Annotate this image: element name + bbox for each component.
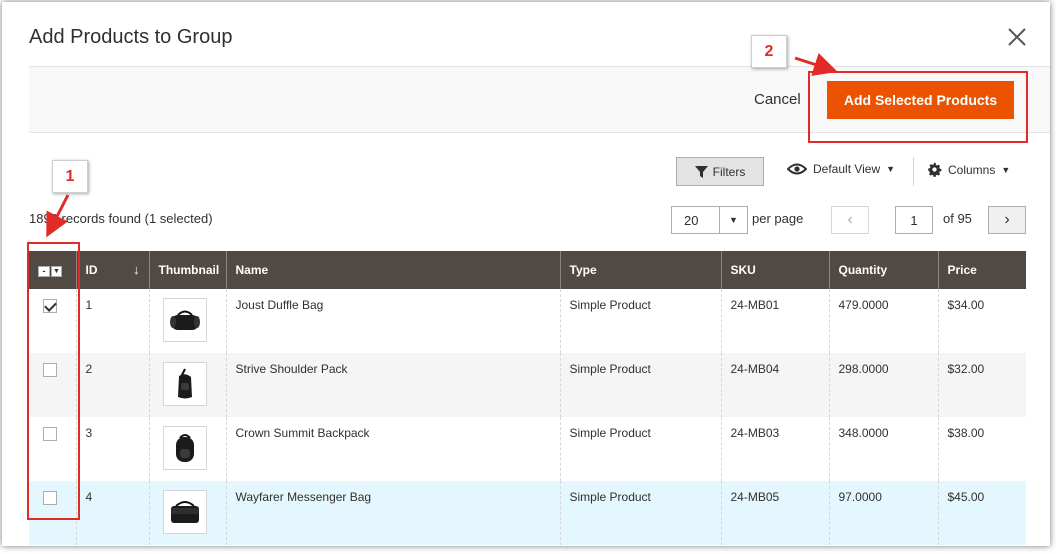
- product-thumbnail[interactable]: [162, 362, 207, 406]
- filter-icon: [694, 165, 708, 178]
- cell-type: Simple Product: [559, 289, 721, 353]
- filters-button[interactable]: Filters: [676, 157, 764, 186]
- cell-id: 4: [75, 481, 149, 545]
- cell-id: 2: [75, 353, 149, 417]
- sort-arrow-icon: ↓: [133, 262, 140, 277]
- cell-quantity: 97.0000: [828, 481, 938, 545]
- cell-sku: 24-MB05: [720, 481, 829, 545]
- column-header-id[interactable]: ID ↓: [75, 251, 149, 289]
- cell-sku: 24-MB01: [720, 289, 829, 353]
- caret-down-icon: ▼: [1001, 164, 1011, 175]
- cell-price: $45.00: [937, 481, 1026, 545]
- products-grid: - ▼ ID ↓ Thumbnail Name Type SKU Quantit…: [29, 251, 1026, 545]
- annotation-box-checkboxes: [27, 242, 80, 520]
- close-icon: [1008, 28, 1026, 46]
- add-products-modal: Add Products to Group Cancel Add Selecte…: [2, 2, 1050, 546]
- per-page-label: per page: [752, 211, 804, 226]
- table-row[interactable]: 2 Strive Shoulder Pack Simple Product 24…: [29, 353, 1026, 417]
- per-page-value: 20: [684, 213, 699, 228]
- column-header-quantity[interactable]: Quantity: [828, 251, 938, 289]
- cell-type: Simple Product: [559, 481, 721, 545]
- backpack-image: [175, 434, 194, 462]
- messenger-bag-image: [170, 501, 199, 523]
- annotation-box-add-button: [808, 71, 1028, 143]
- records-count: 1899 records found (1 selected): [29, 211, 213, 226]
- cell-name: Crown Summit Backpack: [225, 417, 560, 481]
- column-header-sku[interactable]: SKU: [720, 251, 829, 289]
- cell-price: $38.00: [937, 417, 1026, 481]
- column-label: ID: [85, 263, 98, 277]
- cell-quantity: 479.0000: [828, 289, 938, 353]
- product-thumbnail[interactable]: [162, 426, 207, 470]
- close-button[interactable]: [1004, 24, 1030, 50]
- column-header-type[interactable]: Type: [559, 251, 721, 289]
- cell-id: 1: [75, 289, 149, 353]
- column-header-name[interactable]: Name: [225, 251, 560, 289]
- cell-quantity: 298.0000: [828, 353, 938, 417]
- eye-icon: [787, 163, 807, 175]
- cell-name: Wayfarer Messenger Bag: [225, 481, 560, 545]
- previous-page-button[interactable]: ‹: [831, 206, 869, 234]
- shoulder-pack-image: [177, 368, 192, 399]
- table-row[interactable]: 4 Wayfarer Messenger Bag Simple Product …: [29, 481, 1026, 545]
- cancel-button[interactable]: Cancel: [754, 91, 801, 108]
- callout-1: 1: [52, 160, 88, 193]
- chevron-left-icon: ‹: [847, 211, 853, 228]
- cell-price: $32.00: [937, 353, 1026, 417]
- total-pages: of 95: [943, 211, 972, 226]
- modal-title: Add Products to Group: [29, 26, 233, 48]
- columns-label: Columns: [948, 162, 996, 177]
- cell-name: Joust Duffle Bag: [225, 289, 560, 353]
- duffle-bag-image: [169, 310, 200, 330]
- filters-label: Filters: [712, 164, 746, 179]
- next-page-button[interactable]: ›: [988, 206, 1026, 234]
- table-row[interactable]: 3 Crown Summit Backpack Simple Product 2…: [29, 417, 1026, 481]
- caret-down-icon: ▼: [886, 164, 896, 174]
- view-label: Default View: [813, 162, 881, 176]
- chevron-right-icon: ›: [1004, 211, 1010, 228]
- view-switcher[interactable]: Default View ▼: [787, 162, 895, 176]
- cell-quantity: 348.0000: [828, 417, 938, 481]
- product-thumbnail[interactable]: [162, 490, 207, 534]
- caret-down-icon: ▼: [719, 207, 747, 233]
- column-header-thumbnail: Thumbnail: [148, 251, 226, 289]
- cell-type: Simple Product: [559, 353, 721, 417]
- product-thumbnail[interactable]: [162, 298, 207, 342]
- callout-2: 2: [751, 35, 787, 68]
- gear-icon: [928, 162, 942, 177]
- cell-sku: 24-MB03: [720, 417, 829, 481]
- cell-sku: 24-MB04: [720, 353, 829, 417]
- columns-control[interactable]: Columns ▼: [927, 162, 1010, 177]
- grid-header-row: - ▼ ID ↓ Thumbnail Name Type SKU Quantit…: [29, 251, 1026, 289]
- cell-price: $34.00: [937, 289, 1026, 353]
- cell-type: Simple Product: [559, 417, 721, 481]
- per-page-select[interactable]: 20 ▼: [671, 206, 748, 234]
- cell-id: 3: [75, 417, 149, 481]
- table-row[interactable]: 1 Joust Duffle Bag Simple Product 24-MB0…: [29, 289, 1026, 353]
- column-header-price[interactable]: Price: [937, 251, 1026, 289]
- toolbar-divider: [913, 157, 914, 186]
- page-number-input[interactable]: 1: [895, 206, 933, 234]
- cell-name: Strive Shoulder Pack: [225, 353, 560, 417]
